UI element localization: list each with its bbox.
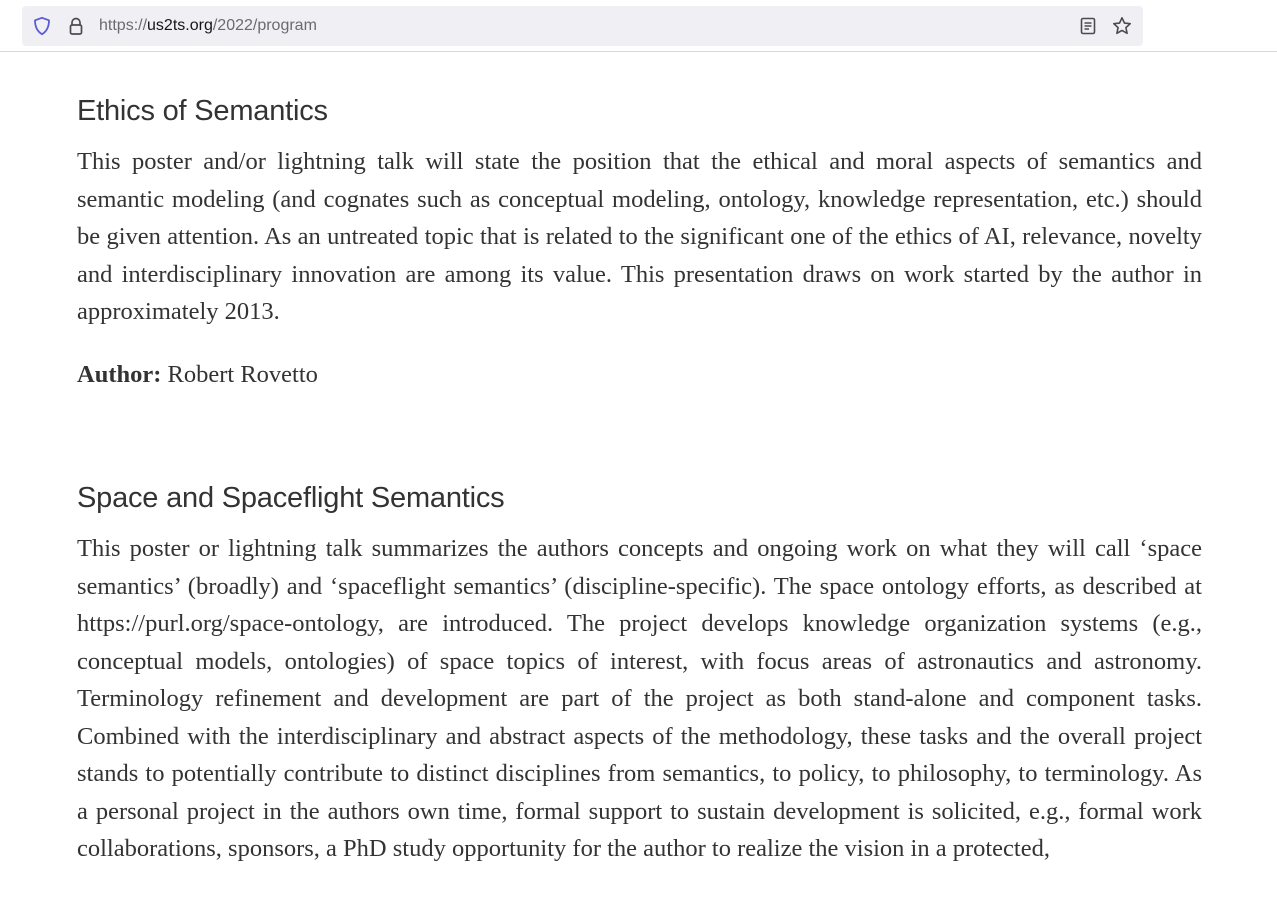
author-name: Robert Rovetto: [167, 360, 318, 388]
url-text[interactable]: https://us2ts.org/2022/program: [99, 16, 317, 36]
page-content: Ethics of Semantics This poster and/or l…: [77, 52, 1202, 868]
browser-toolbar: https://us2ts.org/2022/program: [0, 0, 1277, 52]
url-host: us2ts.org: [147, 17, 213, 34]
section-body: This poster or lightning talk summarizes…: [77, 535, 1202, 862]
section-title: Ethics of Semantics: [77, 95, 328, 127]
section-body: This poster and/or lightning talk will s…: [77, 148, 1202, 325]
bookmark-star-icon[interactable]: [1112, 16, 1132, 36]
section-title: Space and Spaceflight Semantics: [77, 482, 505, 514]
program-entry: Space and Spaceflight Semantics This pos…: [77, 480, 1202, 868]
program-entry: Ethics of Semantics This poster and/or l…: [77, 93, 1202, 393]
author-line: Author: Robert Rovetto: [77, 356, 1202, 394]
address-bar[interactable]: https://us2ts.org/2022/program: [22, 6, 1143, 46]
url-scheme: https://: [99, 17, 148, 34]
reader-view-icon[interactable]: [1078, 16, 1098, 36]
url-path: /2022/program: [212, 17, 317, 34]
lock-icon[interactable]: [66, 16, 86, 36]
tracking-protection-shield-icon[interactable]: [32, 16, 52, 36]
author-label: Author:: [77, 360, 162, 388]
